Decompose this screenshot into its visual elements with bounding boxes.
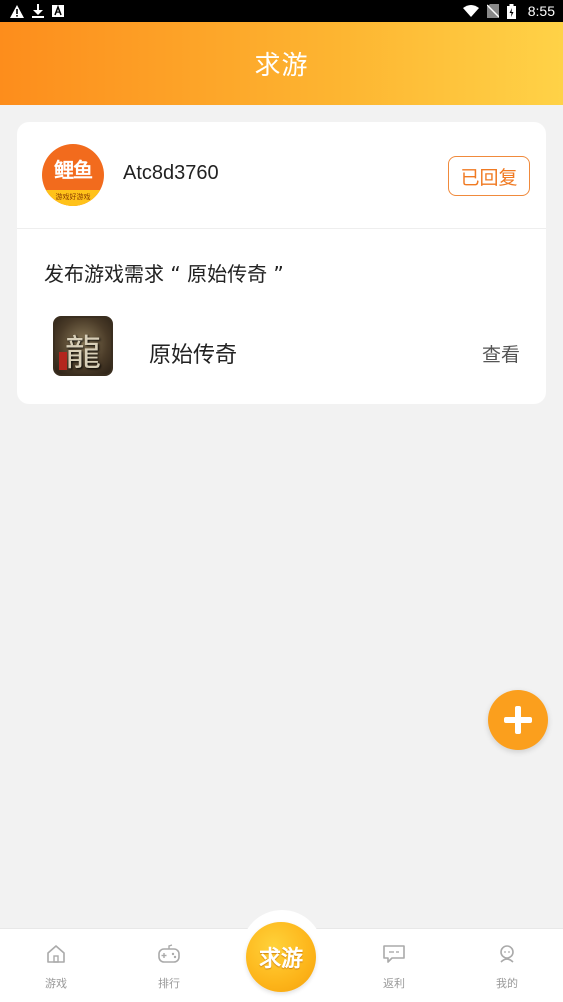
avatar[interactable]: 鲤鱼 游戏好游戏: [42, 144, 104, 206]
status-left: [10, 4, 64, 18]
username: Atc8d3760: [123, 162, 219, 184]
nav-item-games[interactable]: 游戏: [21, 943, 91, 991]
card-user-row: 鲤鱼 游戏好游戏 Atc8d3760 已回复: [17, 122, 546, 229]
font-icon: [52, 5, 64, 17]
nav-label-games: 游戏: [45, 977, 67, 990]
chat-icon: [383, 945, 405, 963]
nav-label-ranking: 排行: [158, 977, 180, 990]
nav-label-mine: 我的: [496, 977, 518, 990]
avatar-logo-text: 鲤鱼: [54, 158, 93, 182]
battery-icon: [506, 3, 516, 19]
nav-item-mine[interactable]: 我的: [472, 943, 542, 991]
game-thumb-tag: [59, 352, 67, 370]
plus-icon: [504, 706, 532, 734]
add-request-button[interactable]: [488, 690, 548, 750]
nav-item-request-center[interactable]: 求游: [246, 922, 316, 992]
gamepad-icon: [158, 944, 180, 963]
game-thumbnail[interactable]: 龍: [53, 316, 113, 376]
request-card[interactable]: 鲤鱼 游戏好游戏 Atc8d3760 已回复 发布游戏需求 “ 原始传奇 ” 龍…: [17, 122, 546, 404]
view-button[interactable]: 查看: [482, 340, 520, 367]
nav-label-rebate: 返利: [383, 977, 405, 990]
avatar-band-text: 游戏好游戏: [42, 190, 104, 206]
page-title: 求游: [254, 51, 309, 81]
wifi-icon: [462, 5, 479, 17]
home-icon: [47, 945, 65, 963]
status-right: 8:55: [462, 3, 555, 19]
app-header: 求游: [0, 22, 563, 105]
game-name[interactable]: 原始传奇: [149, 337, 237, 369]
no-sim-icon: [486, 4, 499, 18]
profile-icon: [500, 945, 514, 963]
nav-label-request: 求游: [258, 947, 303, 972]
status-bar: 8:55: [0, 0, 563, 22]
nav-item-ranking[interactable]: 排行: [134, 943, 204, 991]
status-time: 8:55: [527, 3, 555, 19]
warning-icon: [10, 4, 24, 18]
status-badge: 已回复: [448, 156, 530, 196]
download-icon: [32, 4, 44, 18]
nav-item-rebate[interactable]: 返利: [359, 943, 429, 991]
request-text: 发布游戏需求 “ 原始传奇 ”: [44, 262, 284, 286]
